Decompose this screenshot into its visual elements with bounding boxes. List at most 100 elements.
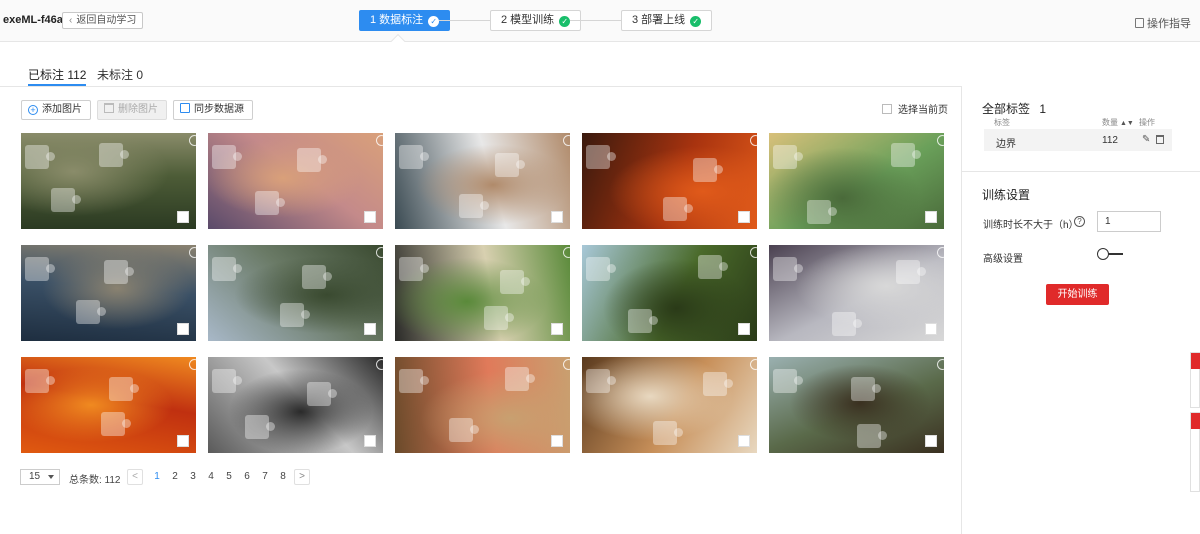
- next-page-button[interactable]: >: [294, 469, 310, 485]
- question-icon[interactable]: ?: [1074, 216, 1085, 227]
- image-thumbnail[interactable]: [208, 357, 383, 453]
- image-thumbnail[interactable]: [395, 357, 570, 453]
- checkbox[interactable]: [882, 104, 892, 114]
- page-number[interactable]: 2: [168, 471, 182, 482]
- annotation-marker: [255, 191, 285, 215]
- labels-count: 1: [1039, 102, 1047, 116]
- annotation-marker: [109, 377, 139, 401]
- annotation-marker: [245, 415, 275, 439]
- prev-page-button[interactable]: <: [127, 469, 143, 485]
- annotation-marker: [280, 303, 310, 327]
- image-select-checkbox[interactable]: [551, 323, 563, 335]
- all-labels-text: 全部标签: [982, 102, 1031, 116]
- image-select-checkbox[interactable]: [738, 211, 750, 223]
- step-data-labeling[interactable]: 1 数据标注 ✓: [359, 10, 451, 31]
- page-number[interactable]: 1: [150, 471, 164, 482]
- duration-input[interactable]: [1097, 211, 1161, 232]
- floating-side-widget[interactable]: [1190, 352, 1200, 408]
- annotation-marker: [212, 257, 242, 281]
- annotation-marker: [832, 312, 862, 336]
- feedback-tab[interactable]: [1191, 353, 1200, 369]
- annotation-marker: [459, 194, 489, 218]
- back-to-automl-button[interactable]: ‹ 返回自动学习: [62, 12, 144, 29]
- check-circle-icon: ✓: [428, 16, 440, 27]
- advanced-settings-toggle[interactable]: [1097, 248, 1123, 260]
- floating-side-widget[interactable]: [1190, 412, 1200, 492]
- select-current-page-checkbox[interactable]: 选择当前页: [882, 101, 948, 116]
- delete-images-button[interactable]: 删除图片: [97, 100, 167, 120]
- step-model-training[interactable]: 2 模型训练 ✓: [490, 10, 582, 31]
- add-images-button[interactable]: + 添加图片: [21, 100, 91, 120]
- step-connector: [570, 20, 621, 21]
- image-select-checkbox[interactable]: [551, 435, 563, 447]
- circle-icon: [750, 247, 757, 258]
- step-connector: [439, 20, 490, 21]
- image-select-checkbox[interactable]: [925, 323, 937, 335]
- circle-icon: [750, 135, 757, 146]
- circle-icon: [937, 135, 944, 146]
- image-thumbnail[interactable]: [21, 133, 196, 229]
- tab-unlabeled[interactable]: 未标注 0: [97, 66, 143, 86]
- toggle-knob: [1097, 248, 1109, 260]
- image-thumbnail[interactable]: [582, 245, 757, 341]
- annotation-marker: [703, 372, 733, 396]
- page-number[interactable]: 8: [276, 471, 290, 482]
- annotation-marker: [586, 145, 616, 169]
- image-thumbnail[interactable]: [208, 133, 383, 229]
- image-thumbnail[interactable]: [395, 245, 570, 341]
- image-thumbnail[interactable]: [769, 357, 944, 453]
- circle-icon: [937, 247, 944, 258]
- total-count: 总条数: 112: [69, 475, 121, 486]
- page-number[interactable]: 5: [222, 471, 236, 482]
- image-thumbnail[interactable]: [21, 245, 196, 341]
- image-select-checkbox[interactable]: [551, 211, 563, 223]
- image-thumbnail[interactable]: [769, 245, 944, 341]
- page-number[interactable]: 4: [204, 471, 218, 482]
- image-select-checkbox[interactable]: [177, 435, 189, 447]
- page-number[interactable]: 3: [186, 471, 200, 482]
- page-number[interactable]: 6: [240, 471, 254, 482]
- annotation-marker: [586, 257, 616, 281]
- image-thumbnail[interactable]: [21, 357, 196, 453]
- image-select-checkbox[interactable]: [364, 323, 376, 335]
- tab-labeled[interactable]: 已标注 112: [28, 66, 87, 86]
- annotation-marker: [212, 145, 242, 169]
- annotation-marker: [399, 145, 429, 169]
- page-size-select[interactable]: 15: [20, 469, 60, 485]
- image-thumbnail[interactable]: [582, 133, 757, 229]
- start-training-button[interactable]: 开始训练: [1046, 284, 1109, 305]
- image-select-checkbox[interactable]: [364, 211, 376, 223]
- annotation-marker: [653, 421, 683, 445]
- annotation-marker: [297, 148, 327, 172]
- col-header-action: 操作: [1139, 118, 1155, 127]
- image-select-checkbox[interactable]: [925, 211, 937, 223]
- image-thumbnail[interactable]: [208, 245, 383, 341]
- label-count: 112: [1102, 135, 1118, 146]
- circle-icon: [376, 135, 383, 146]
- image-select-checkbox[interactable]: [738, 435, 750, 447]
- document-icon: [1135, 18, 1144, 28]
- consult-tab[interactable]: [1191, 413, 1200, 429]
- image-select-checkbox[interactable]: [177, 323, 189, 335]
- image-select-checkbox[interactable]: [925, 435, 937, 447]
- image-select-checkbox[interactable]: [177, 211, 189, 223]
- image-select-checkbox[interactable]: [364, 435, 376, 447]
- image-thumbnail[interactable]: [395, 133, 570, 229]
- top-bar: exeML-f46a ‹ 返回自动学习 1 数据标注 ✓ 2 模型训练 ✓ 3 部署上…: [0, 0, 1200, 42]
- page-number[interactable]: 7: [258, 471, 272, 482]
- annotation-marker: [773, 145, 803, 169]
- annotation-marker: [212, 369, 242, 393]
- col-header-count[interactable]: 数量 ▲▼: [1102, 117, 1134, 128]
- circle-icon: [376, 247, 383, 258]
- sync-datasource-button[interactable]: 同步数据源: [173, 100, 253, 120]
- image-thumbnail[interactable]: [582, 357, 757, 453]
- step-label: 1 数据标注: [370, 14, 424, 26]
- circle-icon: [937, 359, 944, 370]
- image-thumbnail[interactable]: [769, 133, 944, 229]
- annotation-marker: [104, 260, 134, 284]
- trash-icon[interactable]: [1156, 135, 1164, 144]
- help-guide-link[interactable]: 操作指导: [1135, 15, 1191, 31]
- image-select-checkbox[interactable]: [738, 323, 750, 335]
- edit-icon[interactable]: ✎: [1142, 134, 1150, 145]
- step-deploy[interactable]: 3 部署上线 ✓: [621, 10, 713, 31]
